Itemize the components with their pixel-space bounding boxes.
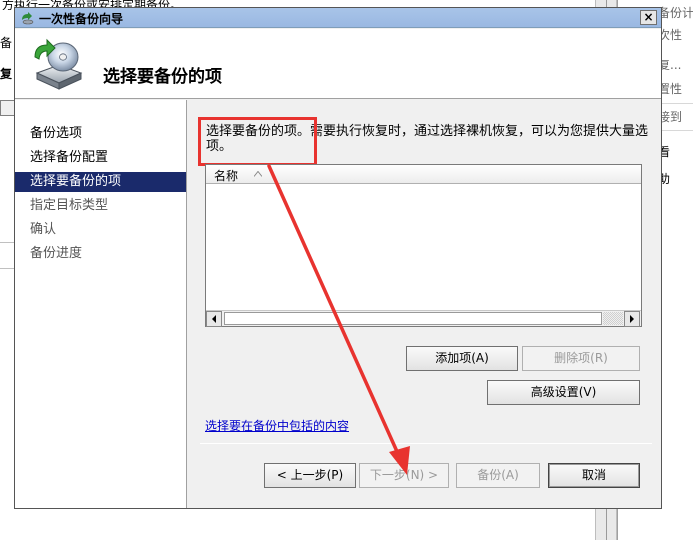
action-item[interactable]: 备份计 (658, 4, 693, 21)
wizard-content: 选择要备份的项。需要执行恢复时，通过选择裸机恢复，可以为您提供大量选项。 名称 (188, 100, 661, 508)
wizard-steps-nav: 备份选项 选择备份配置 选择要备份的项 指定目标类型 确认 备份进度 (15, 100, 187, 508)
scrollbar-thumb[interactable] (224, 312, 602, 325)
back-button[interactable]: < 上一步(P) (264, 463, 356, 488)
annotation-highlight-box (198, 117, 317, 166)
items-list[interactable]: 名称 (205, 164, 642, 327)
backup-wizard-dialog: 一次性备份向导 × 选择要备份的项 备份选项 选择备份配置 选择要备份的项 指定… (14, 7, 662, 509)
nav-step-backup-progress: 备份进度 (30, 246, 83, 261)
close-icon[interactable]: × (640, 10, 657, 25)
advanced-settings-button[interactable]: 高级设置(V) (487, 380, 640, 405)
scroll-left-arrow-icon[interactable] (206, 311, 222, 327)
disk-backup-icon (34, 38, 83, 90)
nav-step-confirmation: 确认 (30, 222, 57, 237)
title-bar[interactable]: 一次性备份向导 × (15, 8, 661, 28)
backup-button: 备份(A) (456, 463, 540, 488)
backup-wizard-icon (22, 12, 34, 25)
dialog-title: 一次性备份向导 (39, 12, 124, 26)
background-left-fragment: 备 (0, 36, 13, 50)
wizard-header: 选择要备份的项 (15, 29, 661, 99)
column-header-name[interactable]: 名称 (214, 167, 238, 184)
help-link[interactable]: 选择要在备份中包括的内容 (205, 417, 349, 434)
action-separator (658, 103, 693, 104)
list-header: 名称 (206, 165, 641, 184)
nav-step-backup-options[interactable]: 备份选项 (15, 124, 186, 144)
action-separator (658, 130, 693, 131)
nav-step-backup-config[interactable]: 选择备份配置 (15, 148, 186, 168)
horizontal-scrollbar[interactable] (206, 310, 641, 327)
nav-step-destination-type: 指定目标类型 (30, 198, 109, 213)
scroll-right-arrow-icon[interactable] (624, 311, 640, 327)
next-button: 下一步(N) > (359, 463, 449, 488)
sort-ascending-icon (254, 171, 262, 177)
cancel-button[interactable]: 取消 (548, 463, 640, 488)
nav-step-select-items[interactable]: 选择要备份的项 (15, 172, 186, 192)
background-left-fragment: 复 (0, 67, 13, 81)
footer-divider (200, 443, 652, 444)
scrollbar-track[interactable] (603, 312, 623, 325)
add-item-button[interactable]: 添加项(A) (406, 346, 518, 371)
page-title: 选择要备份的项 (103, 67, 222, 87)
remove-item-button: 删除项(R) (522, 346, 640, 371)
